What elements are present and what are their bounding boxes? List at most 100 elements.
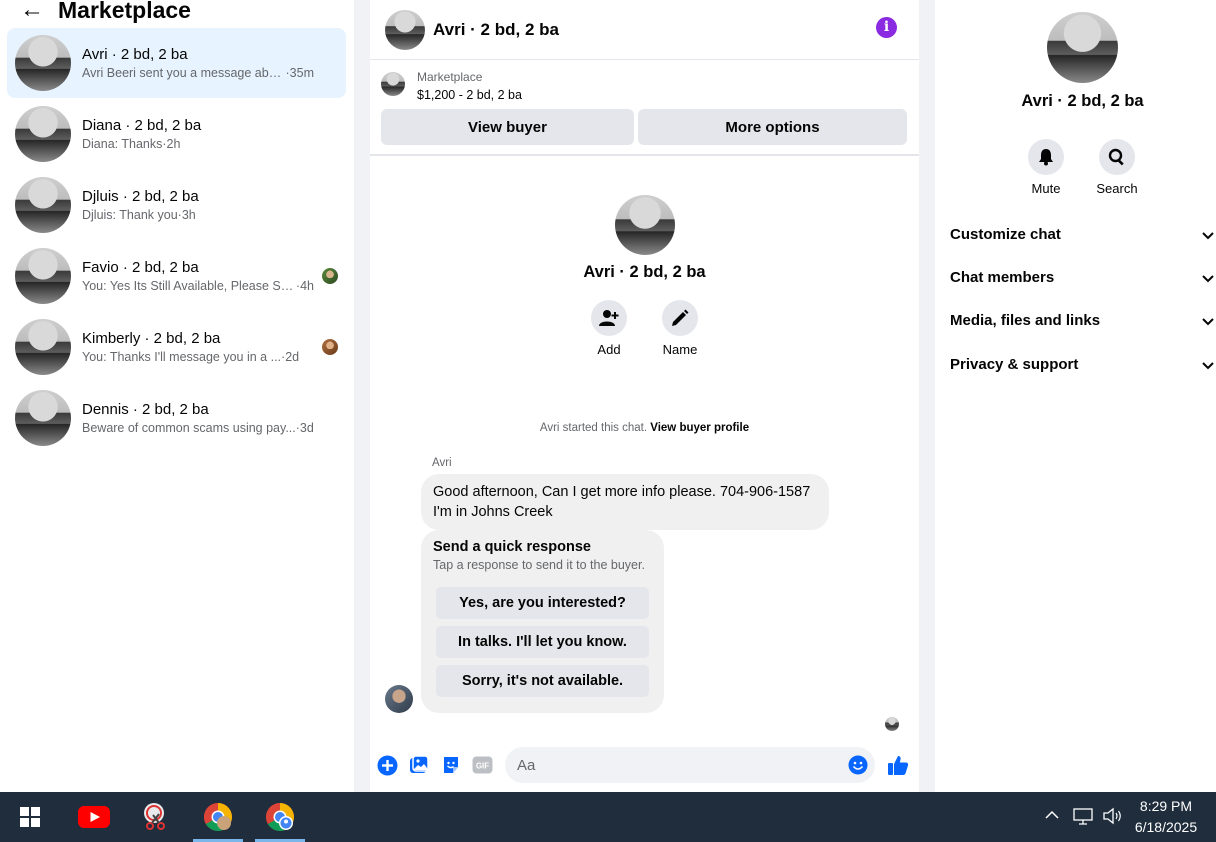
conversation-item-kimberly[interactable]: Kimberly · 2 bd, 2 ba You: Thanks I'll m…: [7, 312, 346, 382]
details-avatar[interactable]: [1047, 12, 1118, 83]
message-text-line-2: I'm in Johns Creek: [433, 504, 553, 520]
pencil-icon: [672, 309, 689, 326]
chevron-down-icon: [1202, 275, 1214, 283]
panel-title: Marketplace: [58, 0, 191, 23]
search-label: Search: [1096, 181, 1138, 196]
sender-name: Avri: [432, 457, 452, 469]
chat-title[interactable]: Avri · 2 bd, 2 ba: [433, 20, 559, 40]
conversation-time: ·2d: [281, 350, 300, 364]
quick-response-option[interactable]: Yes, are you interested?: [436, 587, 649, 619]
listing-thumbnail[interactable]: [381, 72, 405, 96]
listing-banner: Marketplace $1,200 - 2 bd, 2 ba View buy…: [370, 60, 919, 156]
conversation-snippet: You: Yes Its Still Available, Please Se.…: [82, 279, 296, 293]
snipping-tool-app[interactable]: [131, 792, 181, 842]
clock[interactable]: 8:29 PM 6/18/2025: [1126, 796, 1206, 838]
listing-avatar: [15, 319, 71, 375]
listing-avatar: [15, 248, 71, 304]
chrome-app[interactable]: [193, 792, 243, 842]
chrome-profile-app[interactable]: [255, 792, 305, 842]
customize-chat-section[interactable]: Customize chat: [950, 226, 1216, 243]
chat-members-section[interactable]: Chat members: [950, 269, 1216, 286]
conversation-snippet: You: Thanks I'll message you in a ...: [82, 350, 282, 364]
conversation-list-panel: ← Marketplace Avri · 2 bd, 2 ba Avri Bee…: [0, 0, 354, 792]
network-icon[interactable]: [1073, 807, 1095, 825]
conversation-name: Diana · 2 bd, 2 ba: [82, 117, 202, 134]
view-buyer-button[interactable]: View buyer: [381, 109, 634, 145]
youtube-icon: [78, 806, 110, 828]
conversation-name: Kimberly · 2 bd, 2 ba: [82, 330, 221, 347]
conversation-time: ·4h: [295, 279, 314, 293]
conversation-name: Djluis · 2 bd, 2 ba: [82, 188, 199, 205]
quick-response-option[interactable]: Sorry, it's not available.: [436, 665, 649, 697]
message-input[interactable]: [505, 747, 875, 783]
photo-icon[interactable]: [408, 754, 430, 776]
add-label: Add: [597, 342, 621, 357]
listing-avatar: [15, 106, 71, 162]
more-options-button[interactable]: More options: [638, 109, 907, 145]
nickname-button[interactable]: Name: [645, 300, 715, 357]
conversation-item-diana[interactable]: Diana · 2 bd, 2 ba Diana: Thanks ·2h: [7, 99, 346, 169]
windows-start-button[interactable]: [5, 792, 55, 842]
svg-text:GIF: GIF: [475, 762, 488, 771]
quick-response-card: Send a quick response Tap a response to …: [421, 530, 664, 713]
back-arrow-icon[interactable]: ←: [20, 0, 44, 22]
read-receipt-avatar: [885, 717, 899, 731]
conversation-snippet: Beware of common scams using pay...: [82, 421, 296, 435]
message-bubble: Good afternoon, Can I get more info plea…: [421, 474, 829, 530]
listing-avatar: [15, 390, 71, 446]
conversation-item-djluis[interactable]: Djluis · 2 bd, 2 ba Djluis: Thank you ·3h: [7, 170, 346, 240]
sticker-icon[interactable]: [440, 754, 462, 776]
search-icon: [1108, 148, 1124, 166]
search-button[interactable]: Search: [1087, 139, 1147, 196]
chevron-up-icon[interactable]: [1044, 807, 1060, 823]
name-label: Name: [662, 342, 698, 357]
emoji-icon[interactable]: [847, 754, 869, 776]
conversation-item-avri[interactable]: Avri · 2 bd, 2 ba Avri Beeri sent you a …: [7, 28, 346, 98]
chat-header-avatar[interactable]: [385, 9, 425, 50]
gif-icon[interactable]: GIF: [471, 754, 493, 776]
volume-icon[interactable]: [1103, 807, 1123, 825]
chat-started-notice: Avri started this chat. View buyer profi…: [370, 422, 919, 434]
add-person-button[interactable]: Add: [574, 300, 644, 357]
clock-time: 8:29 PM: [1139, 798, 1193, 814]
conversation-snippet: Diana: Thanks: [82, 137, 163, 151]
conversation-item-dennis[interactable]: Dennis · 2 bd, 2 ba Beware of common sca…: [7, 383, 346, 453]
view-buyer-profile-link[interactable]: View buyer profile: [650, 422, 749, 434]
listing-avatar: [15, 177, 71, 233]
conversation-time: ·35m: [285, 66, 314, 80]
chrome-icon: [204, 803, 232, 831]
listing-price[interactable]: $1,200 - 2 bd, 2 ba: [417, 88, 522, 102]
mute-button[interactable]: Mute: [1016, 139, 1076, 196]
windows-logo-icon: [20, 807, 40, 827]
privacy-support-section[interactable]: Privacy & support: [950, 356, 1216, 373]
bell-icon: [1039, 149, 1053, 166]
profile-avatar[interactable]: [615, 195, 675, 255]
section-label: Chat members: [950, 269, 1055, 286]
conversation-snippet: Avri Beeri sent you a message abou...: [82, 66, 286, 80]
plus-circle-icon[interactable]: [376, 754, 398, 776]
clock-date: 6/18/2025: [1134, 819, 1198, 835]
quick-response-title: Send a quick response: [433, 539, 591, 555]
conversation-item-favio[interactable]: Favio · 2 bd, 2 ba You: Yes Its Still Av…: [7, 241, 346, 311]
conversation-name: Favio · 2 bd, 2 ba: [82, 259, 199, 276]
message-text-line-1: Good afternoon, Can I get more info plea…: [433, 484, 811, 500]
quick-response-subtitle: Tap a response to send it to the buyer.: [433, 558, 645, 572]
windows-taskbar: 8:29 PM 6/18/2025: [0, 792, 1216, 842]
seen-avatar-icon: [322, 268, 338, 284]
section-label: Privacy & support: [950, 356, 1079, 373]
chevron-down-icon: [1202, 318, 1214, 326]
profile-name: Avri · 2 bd, 2 ba: [583, 263, 706, 281]
conversation-snippet: Djluis: Thank you: [82, 208, 178, 222]
sender-avatar[interactable]: [385, 685, 413, 713]
scissors-icon: [144, 803, 165, 830]
left-header: ← Marketplace: [20, 0, 191, 24]
quick-response-option[interactable]: In talks. I'll let you know.: [436, 626, 649, 658]
media-files-links-section[interactable]: Media, files and links: [950, 312, 1216, 329]
details-panel: Avri · 2 bd, 2 ba Mute Search Customize …: [935, 0, 1216, 792]
conversation-time: ·2h: [162, 137, 181, 151]
thumbs-up-icon[interactable]: [885, 752, 911, 778]
youtube-app[interactable]: [69, 792, 119, 842]
chevron-down-icon: [1202, 362, 1214, 370]
add-person-icon: [599, 310, 619, 326]
info-icon[interactable]: i: [876, 17, 897, 38]
